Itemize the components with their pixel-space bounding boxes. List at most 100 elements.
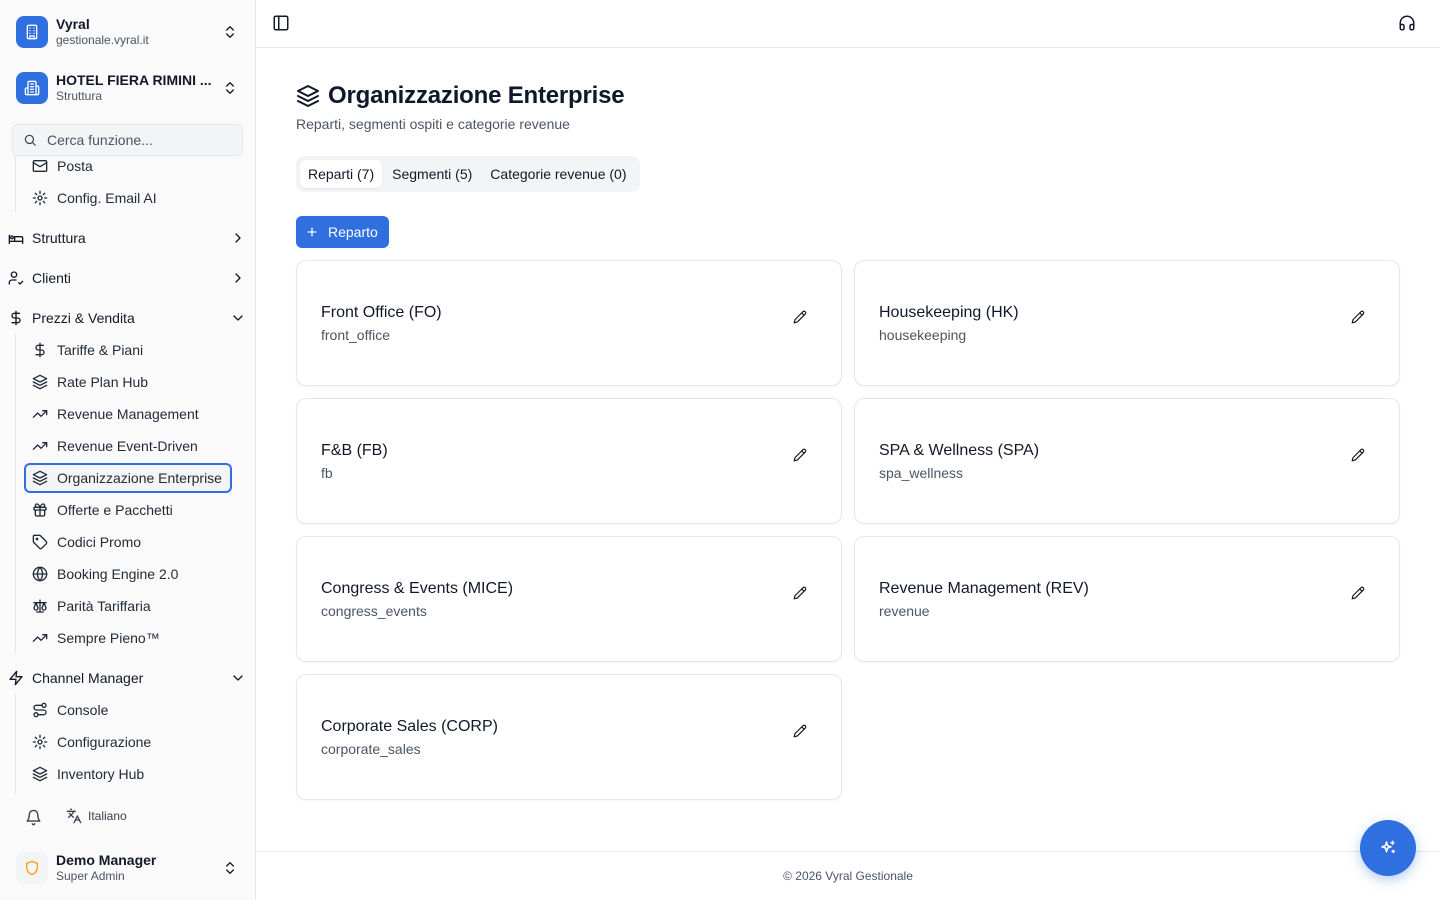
sidebar-item-rate-plan-hub[interactable]: Rate Plan Hub	[24, 367, 232, 397]
pencil-icon[interactable]	[793, 448, 807, 462]
sidebar-item-booking-engine[interactable]: Booking Engine 2.0	[24, 559, 232, 589]
sidebar-group-label: Clienti	[32, 270, 71, 286]
department-code: fb	[321, 465, 333, 481]
sidebar-group-clienti[interactable]: Clienti	[0, 262, 256, 294]
top-bar	[256, 0, 1440, 48]
gift-icon	[32, 502, 48, 518]
languages-icon	[66, 808, 82, 824]
department-code: revenue	[879, 603, 930, 619]
sidebar-item-label: Offerte e Pacchetti	[57, 502, 173, 518]
search-input[interactable]	[47, 132, 227, 148]
department-code: front_office	[321, 327, 391, 343]
hotel-icon	[16, 72, 48, 104]
tree-line	[15, 156, 16, 212]
pencil-icon[interactable]	[1351, 448, 1365, 462]
pencil-icon[interactable]	[1351, 586, 1365, 600]
page-header: Organizzazione Enterprise Reparti, segme…	[296, 82, 625, 132]
property-type: Struttura	[56, 89, 103, 103]
org-domain: gestionale.vyral.it	[56, 33, 149, 47]
sidebar-item-revenue-event-driven[interactable]: Revenue Event-Driven	[24, 431, 232, 461]
sidebar-group-label: Channel Manager	[32, 670, 144, 686]
pencil-icon[interactable]	[793, 724, 807, 738]
department-card: F&B (FB) fb	[296, 398, 842, 524]
footer-text: © 2026 Vyral Gestionale	[783, 869, 913, 883]
department-name: Revenue Management (REV)	[879, 580, 1089, 597]
dollar-icon	[8, 310, 24, 326]
sidebar-item-parita-tariffaria[interactable]: Parità Tariffaria	[24, 591, 232, 621]
gear-icon	[32, 190, 48, 206]
sidebar-item-tariffe-piani[interactable]: Tariffe & Piani	[24, 335, 232, 365]
sidebar-item-label: Codici Promo	[57, 534, 142, 550]
sidebar-nav[interactable]: Posta Config. Email AI Struttura Clienti	[0, 156, 256, 796]
search-icon	[23, 133, 37, 147]
pencil-icon[interactable]	[793, 310, 807, 324]
sidebar-group-label: Prezzi & Vendita	[32, 310, 135, 326]
sidebar-item-inventory-hub[interactable]: Inventory Hub	[24, 759, 232, 789]
sidebar-item-posta[interactable]: Posta	[24, 156, 232, 181]
sidebar-item-organizzazione-enterprise[interactable]: Organizzazione Enterprise	[24, 463, 232, 493]
department-name: Front Office (FO)	[321, 304, 442, 321]
department-card: Housekeeping (HK) housekeeping	[854, 260, 1400, 386]
layers-icon	[32, 374, 48, 390]
department-name: F&B (FB)	[321, 442, 388, 459]
chevron-right-icon	[230, 230, 246, 246]
chevrons-up-down-icon	[222, 860, 238, 876]
sidebar-item-label: Tariffe & Piani	[57, 342, 144, 358]
pencil-icon[interactable]	[1351, 310, 1365, 324]
department-code: corporate_sales	[321, 741, 421, 757]
sidebar-group-label: Struttura	[32, 230, 86, 246]
sidebar-group-channel-manager[interactable]: Channel Manager	[0, 662, 256, 694]
sidebar-item-label: Posta	[57, 158, 93, 174]
department-name: Congress & Events (MICE)	[321, 580, 514, 597]
department-card: Congress & Events (MICE) congress_events	[296, 536, 842, 662]
user-menu[interactable]: Demo Manager Super Admin	[16, 850, 246, 886]
department-code: spa_wellness	[879, 465, 964, 481]
sidebar: Vyral gestionale.vyral.it HOTEL FIERA RI…	[0, 0, 256, 900]
headset-icon[interactable]	[1398, 14, 1416, 32]
department-code: congress_events	[321, 603, 427, 619]
sidebar-item-sempre-pieno[interactable]: Sempre Pieno™	[24, 623, 232, 653]
sidebar-item-configurazione[interactable]: Configurazione	[24, 727, 232, 757]
bed-icon	[8, 230, 24, 246]
sidebar-item-label: Console	[57, 702, 109, 718]
tab-categorie-revenue[interactable]: Categorie revenue (0)	[482, 160, 634, 188]
sidebar-item-config-email-ai[interactable]: Config. Email AI	[24, 183, 232, 213]
plus-icon	[306, 226, 318, 238]
sidebar-item-revenue-management[interactable]: Revenue Management	[24, 399, 232, 429]
avatar	[16, 852, 48, 884]
tab-list: Reparti (7) Segmenti (5) Categorie reven…	[296, 156, 641, 192]
sidebar-toggle-icon[interactable]	[272, 14, 290, 32]
department-card: SPA & Wellness (SPA) spa_wellness	[854, 398, 1400, 524]
sidebar-item-label: Revenue Management	[57, 406, 199, 422]
department-card: Corporate Sales (CORP) corporate_sales	[296, 674, 842, 800]
tab-reparti[interactable]: Reparti (7)	[300, 160, 383, 188]
add-reparto-button[interactable]: Reparto	[296, 216, 389, 248]
globe-icon	[32, 566, 48, 582]
bell-icon[interactable]	[25, 809, 42, 826]
property-name: HOTEL FIERA RIMINI ...	[56, 72, 212, 88]
sidebar-item-console[interactable]: Console	[24, 695, 232, 725]
sidebar-group-struttura[interactable]: Struttura	[0, 222, 256, 254]
sidebar-item-label: Inventory Hub	[57, 766, 145, 782]
footer: © 2026 Vyral Gestionale	[256, 851, 1440, 900]
property-switcher[interactable]: HOTEL FIERA RIMINI ... Struttura	[16, 70, 246, 106]
pencil-icon[interactable]	[793, 586, 807, 600]
sidebar-item-label: Sempre Pieno™	[57, 630, 160, 646]
sidebar-item-offerte-pacchetti[interactable]: Offerte e Pacchetti	[24, 495, 232, 525]
ai-assistant-button[interactable]	[1360, 820, 1416, 876]
sidebar-group-prezzi-vendita[interactable]: Prezzi & Vendita	[0, 302, 256, 334]
language-selector[interactable]: Italiano	[66, 808, 127, 824]
sidebar-item-label: Config. Email AI	[57, 190, 157, 206]
org-switcher[interactable]: Vyral gestionale.vyral.it	[16, 14, 246, 50]
user-name: Demo Manager	[56, 852, 157, 868]
language-label: Italiano	[88, 809, 127, 823]
tab-segmenti[interactable]: Segmenti (5)	[384, 160, 480, 188]
zap-icon	[8, 670, 24, 686]
chevron-right-icon	[230, 270, 246, 286]
trend-up-icon	[32, 438, 48, 454]
department-name: Housekeeping (HK)	[879, 304, 1019, 321]
sparkles-icon	[1379, 839, 1397, 857]
sidebar-item-label: Booking Engine 2.0	[57, 566, 179, 582]
sidebar-item-codici-promo[interactable]: Codici Promo	[24, 527, 232, 557]
department-code: housekeeping	[879, 327, 967, 343]
